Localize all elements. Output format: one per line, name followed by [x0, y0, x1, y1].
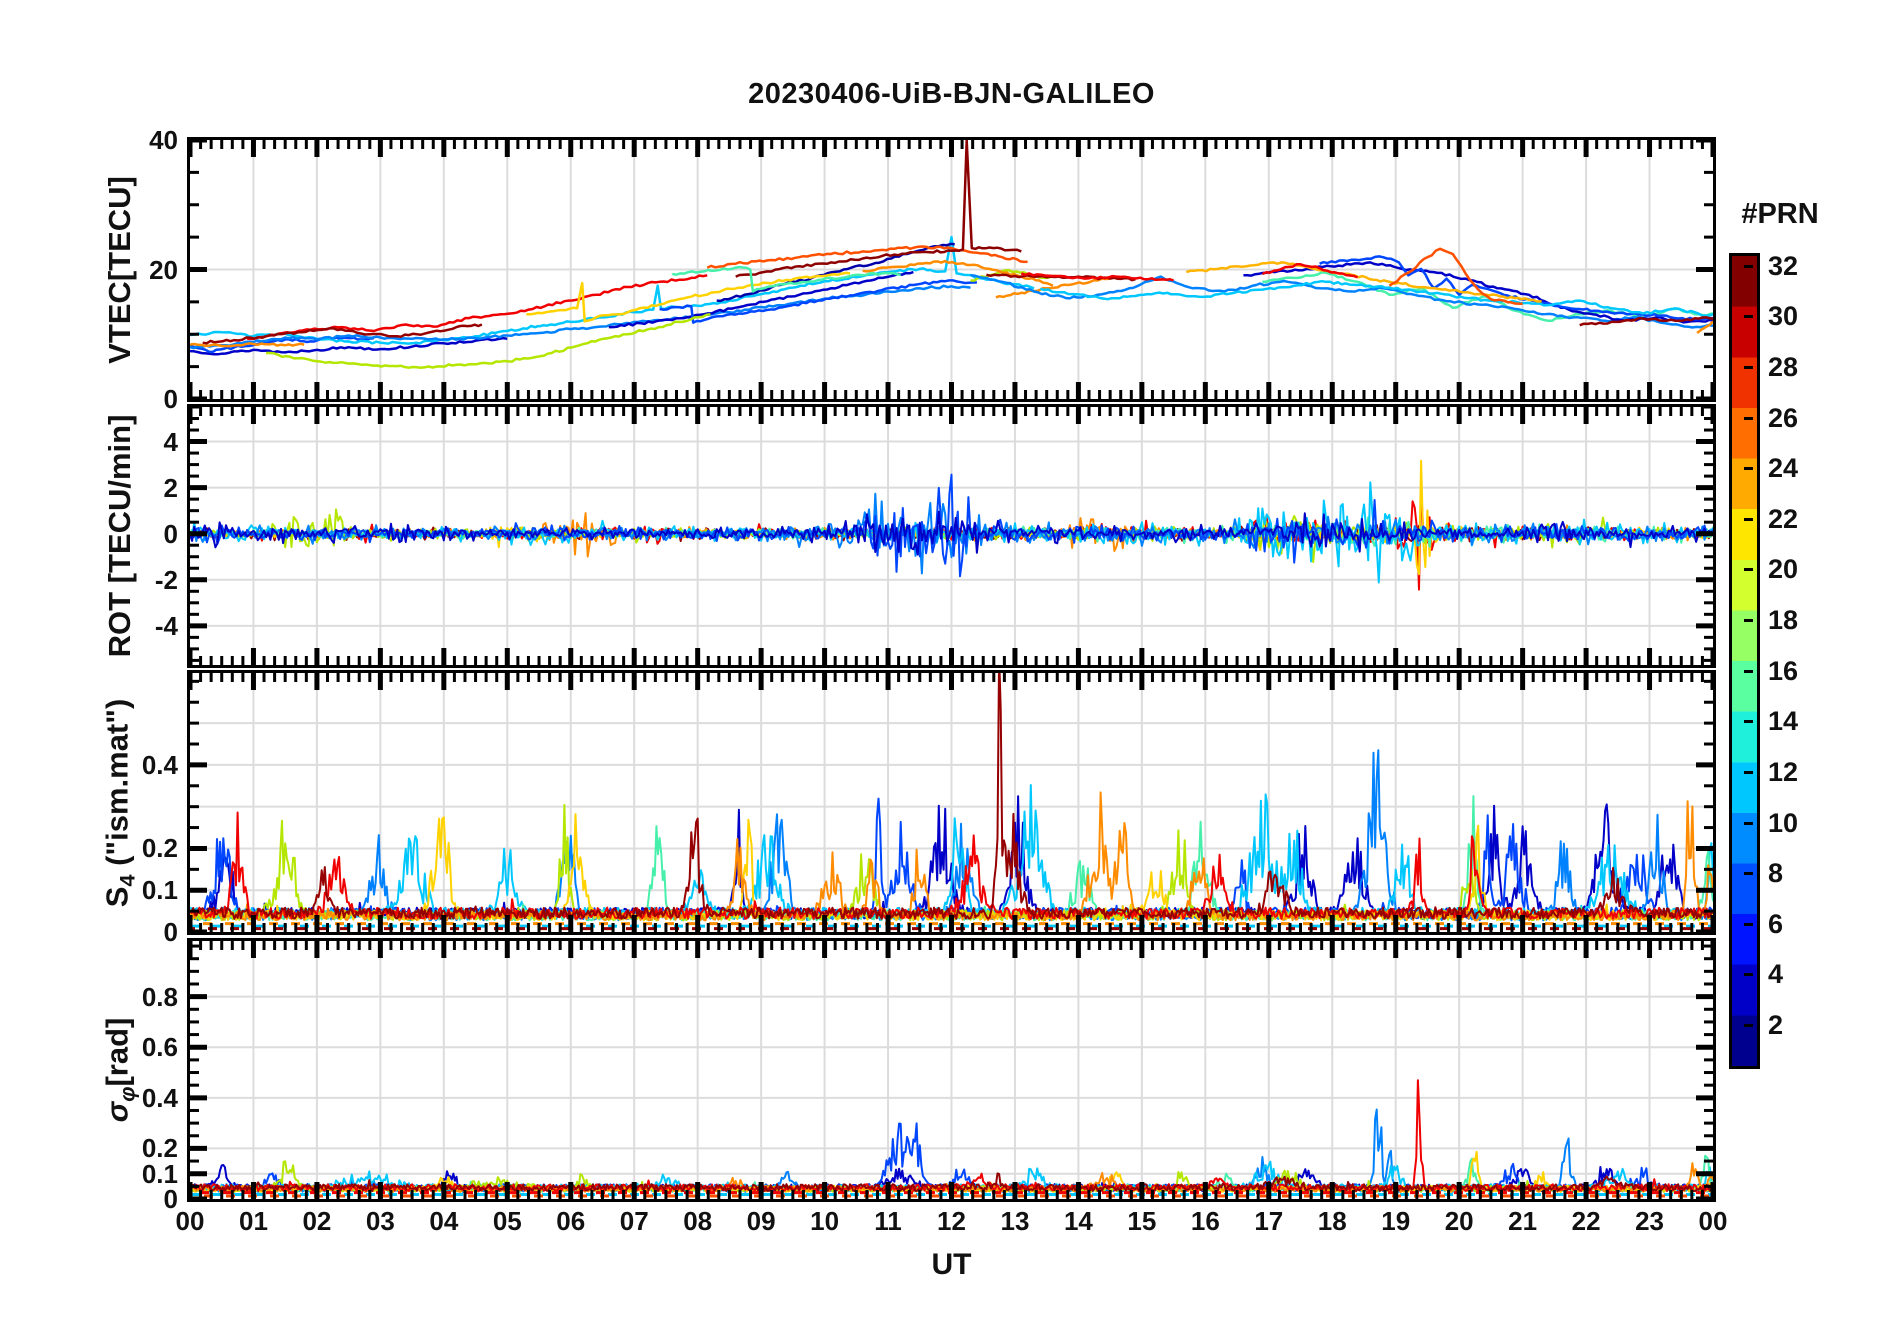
- rot-ylabel: ROT [TECU/min]: [102, 414, 137, 658]
- colorbar-tick: [1744, 264, 1753, 268]
- colorbar-tick-label: 26: [1768, 402, 1799, 433]
- y-tick-label-s4: 0: [163, 917, 178, 947]
- panel-sigmaphi: [187, 938, 1716, 1202]
- chart-title: 20230406-UiB-BJN-GALILEO: [748, 78, 1155, 110]
- colorbar-tick-label: 14: [1768, 706, 1799, 737]
- y-tick-label-sigmaphi: 0.8: [141, 981, 178, 1012]
- sigmaphi-plot: [190, 941, 1713, 1199]
- panel-vtec: [187, 137, 1716, 402]
- x-axis-label: UT: [931, 1248, 972, 1281]
- colorbar-tick-label: 30: [1768, 301, 1799, 332]
- series-line-prn23: [995, 277, 1111, 299]
- rot-plot: [190, 407, 1713, 665]
- colorbar-tick: [1744, 1024, 1753, 1028]
- colorbar-tick-label: 6: [1768, 908, 1784, 939]
- vtec-plot: [190, 140, 1713, 399]
- vtec-ylabel: VTEC[TECU]: [102, 175, 137, 364]
- colorbar-tick: [1744, 365, 1753, 369]
- colorbar-title: #PRN: [1741, 198, 1819, 230]
- colorbar-tick-label: 16: [1768, 655, 1799, 686]
- colorbar-tick: [1744, 872, 1753, 876]
- colorbar-tick: [1744, 416, 1753, 420]
- colorbar-tick: [1744, 669, 1753, 673]
- x-tick-label: 00: [1698, 1206, 1728, 1236]
- colorbar-tick: [1744, 517, 1753, 521]
- colorbar-tick-label: 28: [1768, 351, 1799, 382]
- colorbar-tick-label: 10: [1768, 807, 1799, 838]
- colorbar-tick-label: 2: [1768, 1010, 1784, 1041]
- colorbar-tick: [1744, 315, 1753, 319]
- y-tick-label-sigmaphi: 0.2: [141, 1133, 178, 1164]
- panel-s4: [187, 670, 1716, 935]
- s4-ylabel: S4 ("ism.mat"): [99, 698, 140, 907]
- colorbar-tick-label: 18: [1768, 605, 1799, 636]
- colorbar-tick-label: 22: [1768, 503, 1799, 534]
- s4-plot: [190, 673, 1713, 932]
- colorbar-tick-label: 32: [1768, 250, 1799, 281]
- colorbar-tick-label: 12: [1768, 756, 1799, 787]
- colorbar-tick: [1744, 619, 1753, 623]
- colorbar-tick: [1744, 922, 1753, 926]
- series-line-prn21: [1185, 261, 1542, 303]
- colorbar-tick-label: 8: [1768, 858, 1784, 889]
- colorbar-tick-label: 4: [1768, 959, 1784, 990]
- colorbar-tick: [1744, 821, 1753, 825]
- colorbar-tick: [1744, 770, 1753, 774]
- colorbar-tick-label: 24: [1768, 453, 1799, 484]
- y-tick-label-vtec: 0: [163, 384, 178, 414]
- figure: 20230406-UiB-BJN-GALILEO 0 20 40 VTEC[TECU]…: [0, 0, 1902, 1330]
- colorbar-tick: [1744, 467, 1753, 471]
- colorbar-tick: [1744, 568, 1753, 572]
- colorbar-tick: [1744, 973, 1753, 977]
- colorbar-tick-label: 20: [1768, 554, 1799, 585]
- colorbar: [1729, 253, 1760, 1069]
- series-line-prn32: [735, 140, 1022, 278]
- panel-rot: [187, 404, 1716, 668]
- colorbar-tick: [1744, 720, 1753, 724]
- y-tick-label-vtec: 40: [149, 125, 178, 155]
- sigmaphi-ylabel: σφ[rad]: [99, 1017, 140, 1123]
